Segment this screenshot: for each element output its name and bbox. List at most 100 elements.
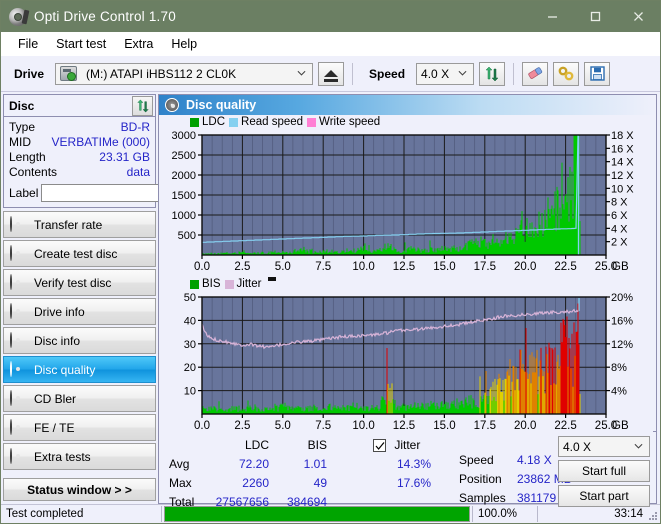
close-icon[interactable] — [617, 1, 660, 32]
sidebar-item-label: Verify test disc — [34, 275, 112, 290]
chart-panel: Disc quality LDC Read speed Write speed … — [158, 94, 657, 436]
disc-icon — [10, 361, 25, 377]
sidebar-item-disc-quality[interactable]: Disc quality — [3, 356, 156, 383]
app-icon — [9, 7, 27, 26]
menu-help[interactable]: Help — [162, 35, 206, 53]
svg-text:8 X: 8 X — [611, 197, 628, 209]
stats-avg-ldc: 72.20 — [238, 457, 269, 471]
svg-text:1000: 1000 — [172, 210, 196, 222]
menu-file[interactable]: File — [9, 35, 47, 53]
sidebar-item-label: Extra tests — [34, 449, 91, 464]
svg-text:5.0: 5.0 — [275, 420, 291, 432]
legend-label-bis: BIS — [202, 278, 221, 290]
svg-text:40: 40 — [184, 315, 196, 327]
menu-start-test[interactable]: Start test — [47, 35, 115, 53]
legend-label-write-speed: Write speed — [319, 116, 381, 128]
speed-label: Speed — [369, 66, 406, 81]
ldc-plot-svg: 500100015002000250030002 X4 X6 X8 X10 X1… — [159, 129, 653, 277]
stats-col-ldc: LDC — [244, 438, 269, 452]
jitter-checkbox-cell: Jitter — [369, 437, 447, 454]
svg-text:12.5: 12.5 — [393, 261, 415, 273]
sidebar-item-extra-tests[interactable]: Extra tests — [3, 443, 156, 470]
legend-marker-icon — [268, 277, 277, 281]
resize-grip-icon — [649, 512, 657, 520]
disc-length-value: 23.31 GB — [99, 150, 150, 164]
svg-text:5.0: 5.0 — [275, 261, 291, 273]
svg-text:7.5: 7.5 — [315, 420, 331, 432]
drive-icon — [60, 66, 78, 81]
progress-bar — [164, 506, 470, 522]
sidebar-item-label: Disc quality — [34, 362, 96, 377]
disc-icon — [10, 216, 25, 232]
stats-actions: 4.0 X Start full Start part — [558, 436, 650, 507]
toolbar-divider-2 — [513, 62, 515, 85]
eject-button[interactable] — [318, 61, 345, 86]
ldc-chart: LDC Read speed Write speed 500 1000 1500… — [159, 115, 656, 277]
minimize-icon[interactable] — [531, 1, 574, 32]
disc-panel-title: Disc — [9, 98, 35, 113]
nav-list: Transfer rate Create test disc Verify te… — [3, 211, 156, 472]
legend-swatch-bis — [190, 279, 199, 289]
drive-select[interactable]: (M:) ATAPI iHBS112 2 CL0K — [55, 62, 314, 85]
ldc-plot-area: 500 1000 1500 2000 2500 3000 2 X4 X6 X8 X 10 X1… — [159, 129, 656, 277]
refresh-button[interactable] — [479, 61, 506, 86]
chevron-down-icon — [458, 70, 467, 76]
legend-jitter: Jitter — [224, 278, 261, 290]
start-full-button[interactable]: Start full — [558, 460, 650, 482]
disc-icon — [10, 448, 25, 464]
jitter-checkbox[interactable] — [373, 439, 386, 453]
sidebar-item-drive-info[interactable]: Drive info — [3, 298, 156, 325]
disc-icon — [10, 390, 25, 406]
test-speed-select[interactable]: 4.0 X — [558, 436, 650, 457]
sidebar-item-cd-bler[interactable]: CD Bler — [3, 385, 156, 412]
sidebar-item-label: Drive info — [34, 304, 85, 319]
svg-text:12 X: 12 X — [611, 170, 634, 182]
tools-button[interactable] — [553, 61, 580, 86]
sidebar-item-disc-info[interactable]: Disc info — [3, 327, 156, 354]
stats-row-avg: Avg 72.20 1.01 14.3% — [165, 456, 447, 473]
test-speed-value: 4.0 X — [563, 439, 592, 454]
svg-text:12.5: 12.5 — [393, 420, 415, 432]
svg-text:17.5: 17.5 — [474, 261, 496, 273]
panel-header: Disc quality — [159, 95, 656, 115]
maximize-icon[interactable] — [574, 1, 617, 32]
chevron-down-icon — [297, 70, 306, 76]
refresh-icon — [136, 99, 149, 112]
stats-avg-bis: 1.01 — [303, 457, 327, 471]
sidebar-item-label: Disc info — [34, 333, 81, 348]
sidebar-item-create-test-disc[interactable]: Create test disc — [3, 240, 156, 267]
disc-row-contents: Contents data — [9, 165, 150, 180]
disc-refresh-button[interactable] — [132, 95, 153, 116]
svg-text:22.5: 22.5 — [554, 261, 576, 273]
svg-text:2500: 2500 — [172, 150, 196, 162]
svg-text:10 X: 10 X — [611, 183, 634, 195]
charts-container: LDC Read speed Write speed 500 1000 1500… — [159, 115, 656, 436]
disc-quality-icon — [165, 98, 179, 112]
erase-button[interactable] — [522, 61, 549, 86]
svg-text:2.5: 2.5 — [234, 420, 250, 432]
sidebar-item-transfer-rate[interactable]: Transfer rate — [3, 211, 156, 238]
disc-row-type: Type BD-R — [9, 120, 150, 135]
svg-text:10.0: 10.0 — [352, 261, 374, 273]
svg-text:16 X: 16 X — [611, 143, 634, 155]
sidebar-item-fe-te[interactable]: FE / TE — [3, 414, 156, 441]
bis-chart-legend: BIS Jitter — [159, 277, 656, 291]
menu-extra[interactable]: Extra — [115, 35, 162, 53]
stats-table: LDC BIS Jitter Avg 72.20 1.01 14.3% Max … — [163, 435, 449, 513]
svg-text:4 X: 4 X — [611, 223, 628, 235]
svg-text:10: 10 — [184, 386, 196, 398]
status-window-button[interactable]: Status window > > — [3, 478, 156, 501]
stats-row-max: Max 2260 49 17.6% — [165, 475, 447, 492]
toolbar: Drive (M:) ATAPI iHBS112 2 CL0K Speed 4.… — [1, 56, 660, 92]
disc-contents-value: data — [126, 165, 150, 179]
disc-label-caption: Label — [9, 186, 39, 200]
speed-select[interactable]: 4.0 X — [416, 62, 475, 85]
sidebar-item-verify-test-disc[interactable]: Verify test disc — [3, 269, 156, 296]
disc-type-label: Type — [9, 120, 36, 134]
svg-text:0.0: 0.0 — [194, 420, 210, 432]
resize-grip[interactable] — [648, 505, 660, 523]
save-button[interactable] — [584, 61, 611, 86]
stats-row-label-avg: Avg — [169, 457, 190, 471]
svg-text:15.0: 15.0 — [433, 420, 455, 432]
start-part-button[interactable]: Start part — [558, 485, 650, 507]
